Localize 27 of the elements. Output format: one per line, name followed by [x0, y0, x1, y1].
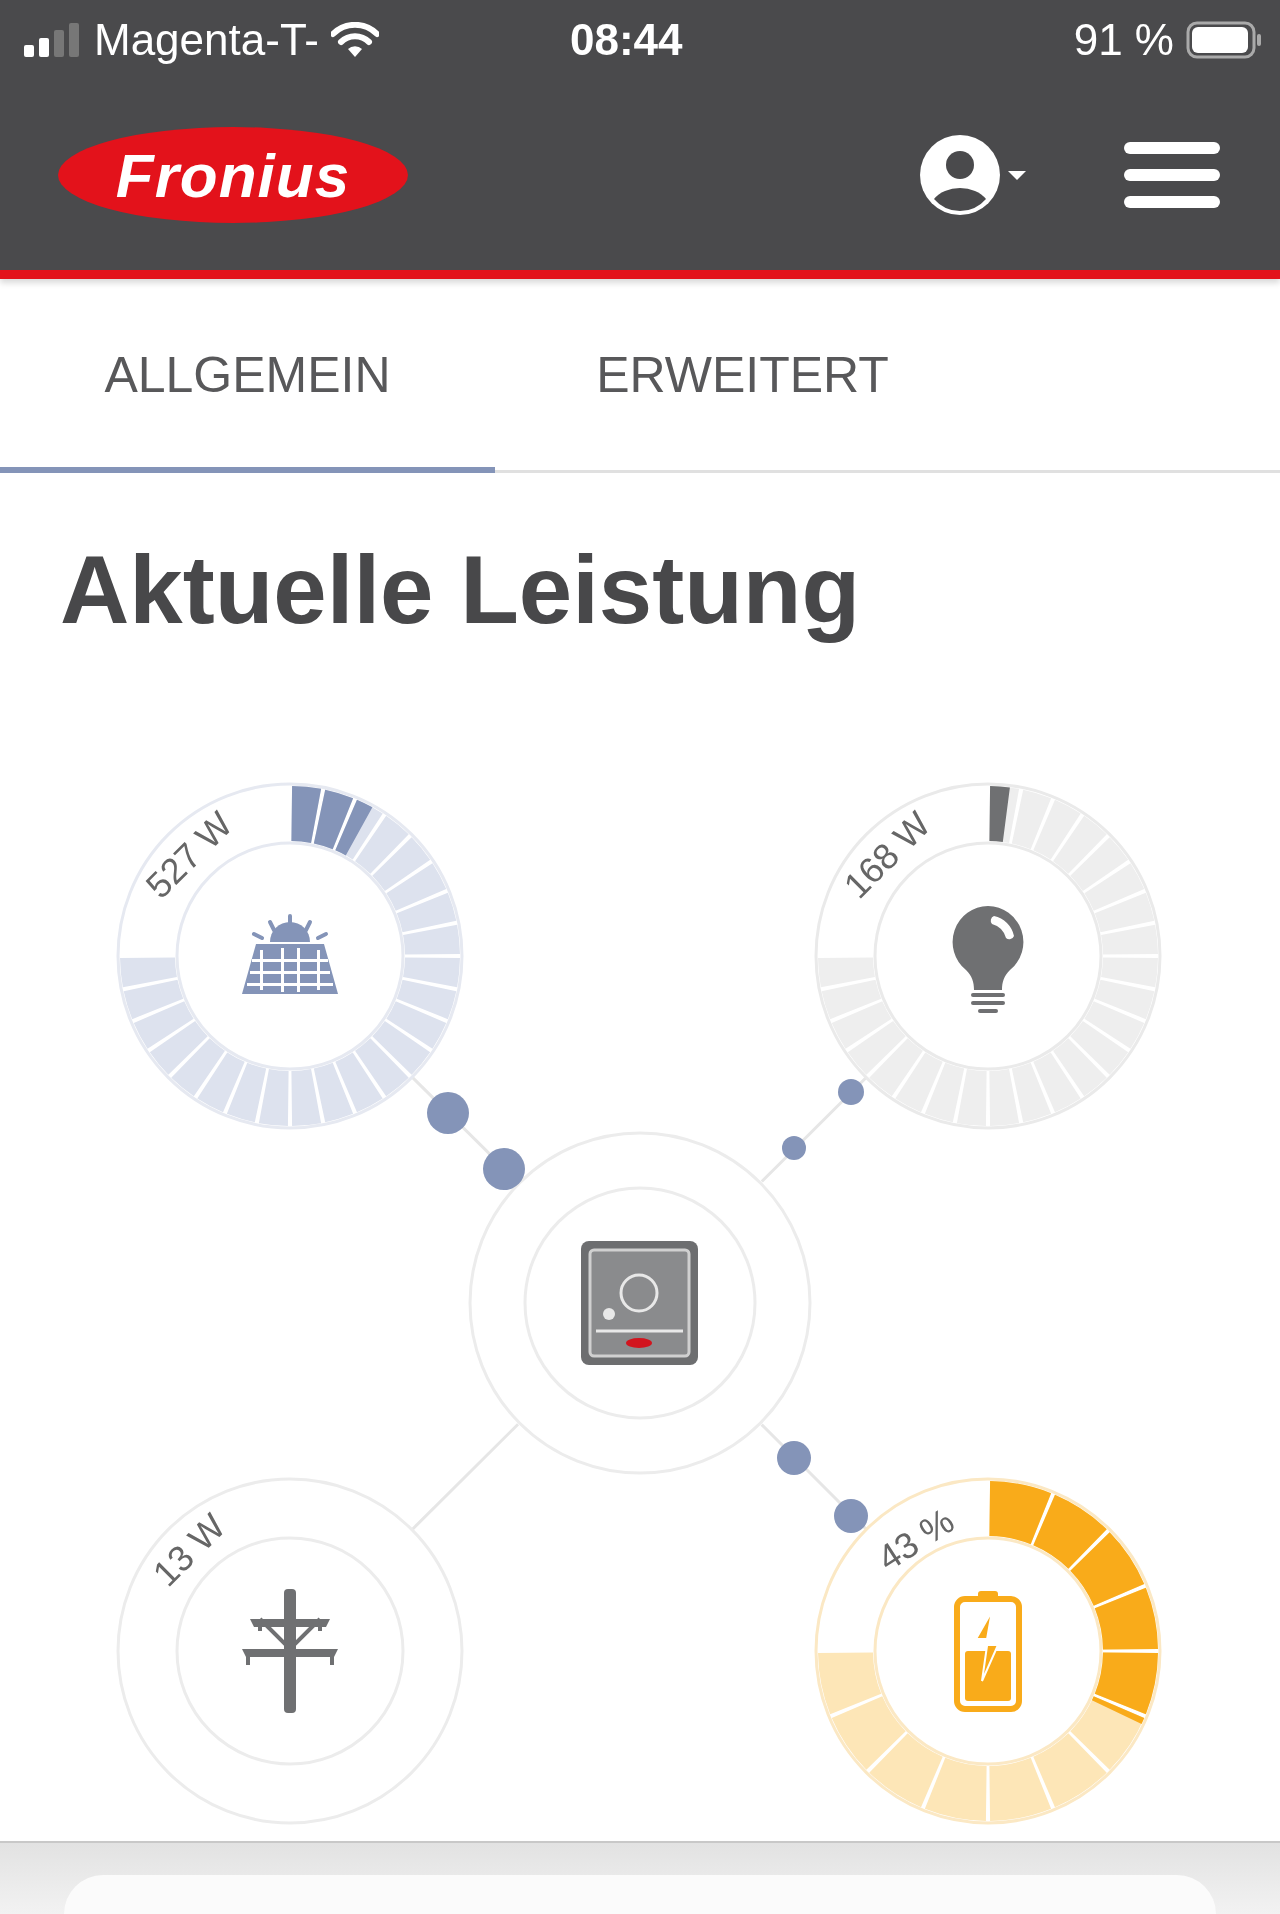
power-reading: 527 W — [137, 803, 241, 907]
flow-dot — [838, 1079, 864, 1105]
flow-dot — [834, 1499, 868, 1533]
clock-time: 08:44 — [570, 15, 683, 65]
inverter-icon — [581, 1241, 698, 1365]
tab[interactable]: ALLGEMEIN — [0, 279, 495, 473]
flow-dot — [782, 1136, 806, 1160]
flow-dot — [483, 1148, 525, 1190]
solar-panel-icon — [242, 914, 338, 994]
battery-charging-icon — [954, 1591, 1022, 1712]
tab[interactable]: ERWEITERT — [495, 279, 990, 473]
wifi-icon — [331, 22, 379, 58]
user-menu-icon[interactable] — [918, 133, 1028, 217]
signal-icon — [24, 23, 82, 57]
power-reading: 43 % — [870, 1499, 962, 1579]
carrier-name: Magenta-T- — [94, 15, 319, 65]
flow-dot — [427, 1092, 469, 1134]
battery-percent: 91 % — [1073, 15, 1174, 65]
power-pylon-icon — [242, 1589, 338, 1713]
page-title: Aktuelle Leistung — [59, 535, 862, 645]
flow-dot — [777, 1441, 811, 1475]
light-bulb-icon — [952, 906, 1024, 1013]
battery-icon — [1186, 21, 1262, 59]
menu-icon[interactable] — [1124, 140, 1220, 210]
brand-logo: Fronius — [58, 127, 408, 223]
power-reading: 13 W — [144, 1505, 234, 1595]
power-reading: 168 W — [835, 803, 939, 907]
